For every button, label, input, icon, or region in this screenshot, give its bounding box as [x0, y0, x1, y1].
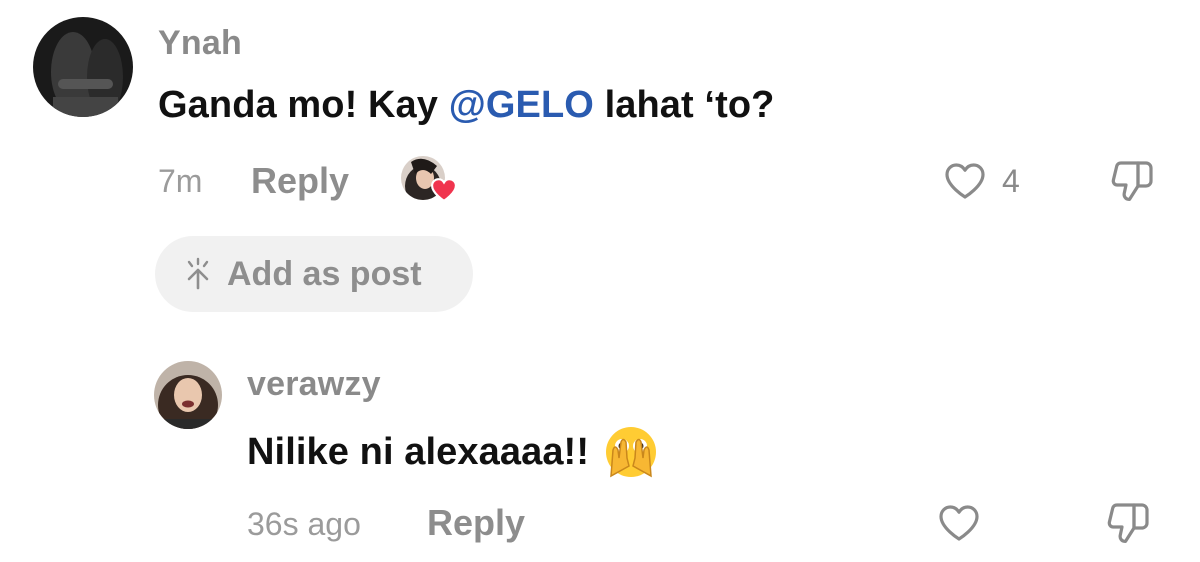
reply-button[interactable]: Reply: [427, 502, 525, 544]
comment-text-end: lahat ‘to?: [593, 84, 775, 126]
comment-username[interactable]: Ynah: [158, 24, 242, 63]
heart-outline-icon: [945, 163, 985, 199]
comment-timestamp: 7m: [158, 163, 203, 199]
add-as-post-label: Add as post: [227, 254, 422, 293]
reply-text: Nilike ni alexaaaa!!: [247, 430, 590, 473]
like-count: 4: [1002, 163, 1020, 199]
like-button[interactable]: [942, 160, 988, 202]
dislike-button[interactable]: [1104, 500, 1154, 546]
add-as-post-button[interactable]: Add as post: [155, 236, 473, 312]
reply-username[interactable]: verawzy: [247, 365, 381, 404]
dislike-button[interactable]: [1108, 158, 1158, 204]
comment-text: Ganda mo! Kay @GELO lahat ‘to?: [158, 84, 774, 127]
comment-text-start: Ganda mo! Kay: [158, 84, 449, 126]
add-post-icon: [187, 257, 209, 290]
face-with-open-eyes-and-hand-over-mouth-emoji: [606, 427, 657, 478]
reply-text-row: Nilike ni alexaaaa!!: [247, 424, 659, 480]
reply-timestamp: 36s ago: [247, 506, 361, 542]
reply-button[interactable]: Reply: [251, 160, 349, 202]
creator-liked-badge: [401, 156, 457, 204]
thumbs-down-icon: [1107, 503, 1149, 543]
thumbs-down-icon: [1111, 161, 1153, 201]
like-button[interactable]: [936, 502, 982, 544]
avatar[interactable]: [154, 361, 222, 429]
creator-liked-badge-icon: [431, 178, 457, 202]
heart-outline-icon: [939, 505, 979, 541]
avatar[interactable]: [33, 17, 133, 117]
mention-link[interactable]: @GELO: [449, 84, 594, 126]
